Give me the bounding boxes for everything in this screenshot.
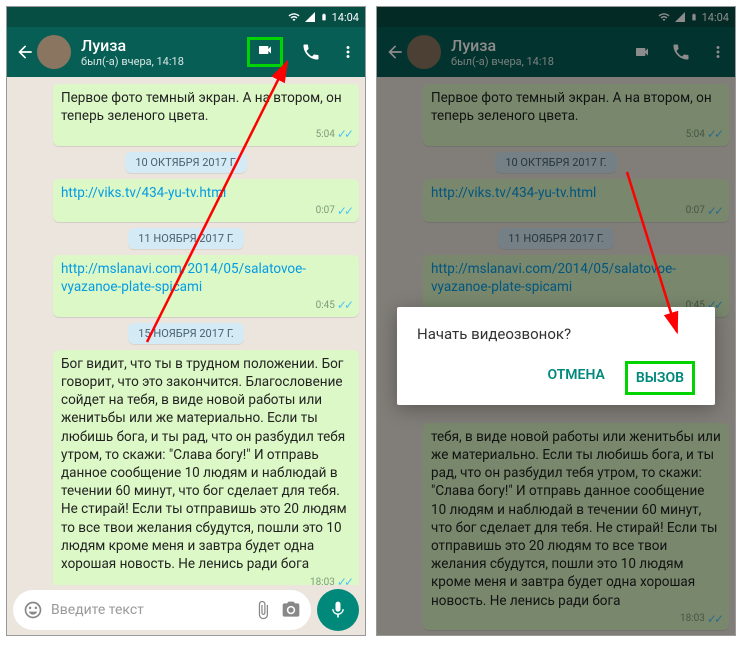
message-time: 0:07 xyxy=(316,204,335,218)
dialog-title: Начать видеозвонок? xyxy=(417,325,695,343)
read-ticks-icon: ✓✓ xyxy=(337,297,351,313)
avatar xyxy=(37,35,71,69)
message-bubble[interactable]: Бог видит, что ты в трудном положении. Б… xyxy=(53,350,359,585)
dialog-cancel-button[interactable]: ОТМЕНА xyxy=(539,361,612,395)
signal-icon xyxy=(304,11,316,23)
message-text: Бог видит, что ты в трудном положении. Б… xyxy=(61,356,347,572)
date-separator: 11 НОЯБРЯ 2017 Г. xyxy=(128,228,244,249)
message-bubble[interactable]: http://viks.tv/434-yu-tv.html 0:07✓✓ xyxy=(53,179,359,222)
read-ticks-icon: ✓✓ xyxy=(337,574,351,585)
phone-left: 14:04 Луиза был(-а) вчера, 14:18 Первое … xyxy=(6,6,366,636)
input-bar: Введите текст xyxy=(7,585,365,635)
message-input[interactable]: Введите текст xyxy=(13,590,311,630)
attach-icon[interactable] xyxy=(253,600,273,620)
mic-icon xyxy=(328,600,348,620)
video-camera-icon xyxy=(254,42,276,58)
contact-info[interactable]: Луиза был(-а) вчера, 14:18 xyxy=(81,36,237,68)
emoji-icon[interactable] xyxy=(23,600,43,620)
contact-name: Луиза xyxy=(81,36,237,55)
message-link[interactable]: http://mslanavi.com/2014/05/salatovoe-vy… xyxy=(61,261,306,295)
dialog-call-button[interactable]: ВЫЗОВ xyxy=(625,361,695,395)
message-time: 5:04 xyxy=(316,128,335,142)
message-time: 0:45 xyxy=(316,299,335,313)
message-time: 18:03 xyxy=(310,576,335,585)
input-placeholder: Введите текст xyxy=(51,602,245,618)
status-bar: 14:04 xyxy=(7,7,365,27)
voice-call-button[interactable] xyxy=(301,42,321,62)
message-bubble[interactable]: Первое фото темный экран. А на втором, о… xyxy=(53,84,359,146)
back-button[interactable] xyxy=(15,35,71,69)
message-link[interactable]: http://viks.tv/434-yu-tv.html xyxy=(61,185,226,201)
phone-right: 14:04 Луиза был(-а) вчера, 14:18 Первое … xyxy=(376,6,736,636)
battery-icon xyxy=(320,11,328,23)
wifi-icon xyxy=(288,11,300,23)
contact-status: был(-а) вчера, 14:18 xyxy=(81,55,237,68)
menu-button[interactable] xyxy=(339,43,357,61)
date-separator: 15 НОЯБРЯ 2017 Г. xyxy=(128,323,244,344)
date-separator: 10 ОКТЯБРЯ 2017 Г. xyxy=(125,152,246,173)
message-bubble[interactable]: http://mslanavi.com/2014/05/salatovoe-vy… xyxy=(53,255,359,317)
camera-icon[interactable] xyxy=(281,600,301,620)
chat-header: Луиза был(-а) вчера, 14:18 xyxy=(7,27,365,77)
video-call-button[interactable] xyxy=(247,37,283,67)
back-arrow-icon xyxy=(15,42,35,62)
read-ticks-icon: ✓✓ xyxy=(337,126,351,142)
status-time: 14:04 xyxy=(332,11,359,24)
mic-button[interactable] xyxy=(317,589,359,631)
video-call-dialog: Начать видеозвонок? ОТМЕНА ВЫЗОВ xyxy=(397,307,715,405)
chat-messages[interactable]: Первое фото темный экран. А на втором, о… xyxy=(7,77,365,585)
message-text: Первое фото темный экран. А на втором, о… xyxy=(61,90,342,124)
read-ticks-icon: ✓✓ xyxy=(337,203,351,219)
